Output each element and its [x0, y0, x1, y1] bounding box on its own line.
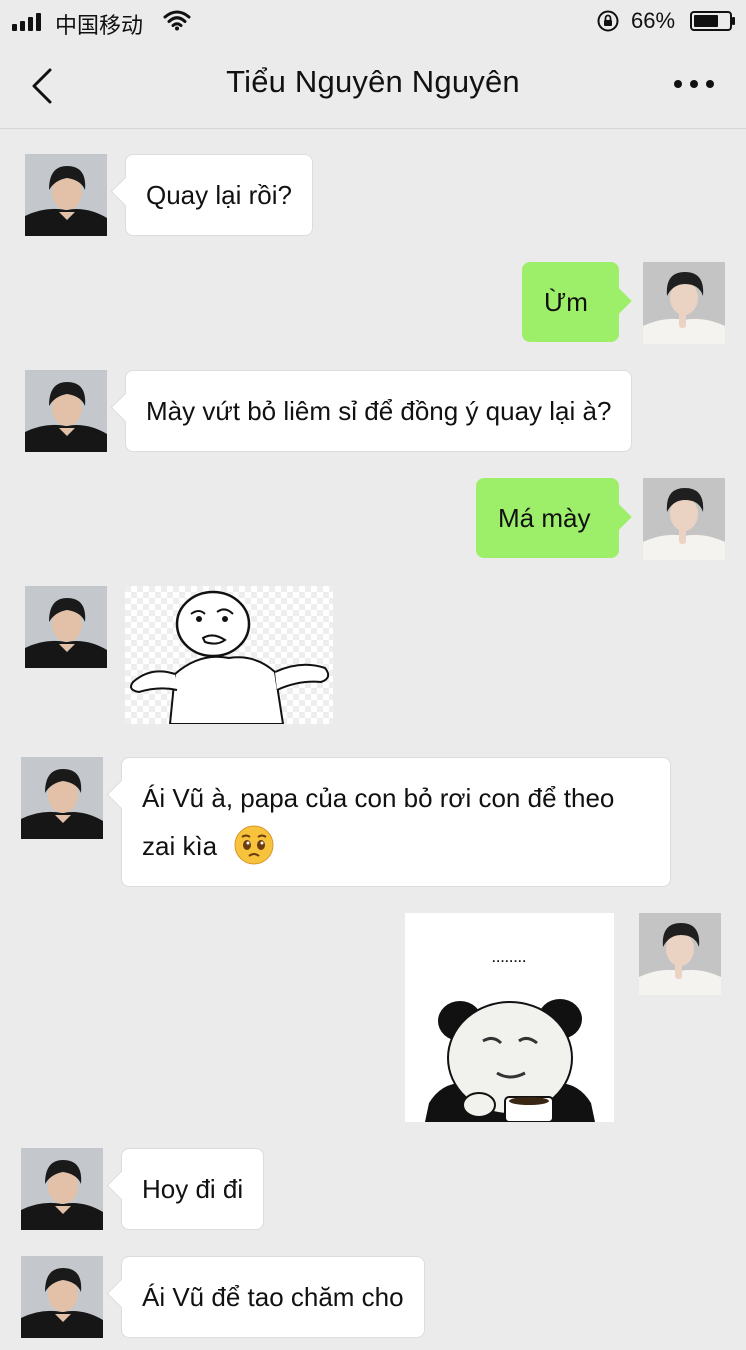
incoming-message[interactable]: Ái Vũ để tao chăm cho — [121, 1256, 425, 1338]
friend-avatar[interactable] — [25, 370, 107, 452]
message-text: Mày vứt bỏ liêm sỉ để đồng ý quay lại à? — [146, 396, 612, 426]
panda-coffee-sticker[interactable]: ........ — [405, 913, 614, 1122]
friend-avatar[interactable] — [21, 1148, 103, 1230]
rotation-lock-icon — [597, 10, 619, 32]
incoming-message[interactable]: Hoy đi đi — [121, 1148, 265, 1230]
message-text-line: Ái Vũ à, papa của con bỏ rơi con để theo — [142, 783, 615, 813]
chat-header: Tiểu Nguyên Nguyên — [0, 42, 746, 129]
message-text: Ừm — [544, 287, 588, 317]
incoming-message[interactable]: Quay lại rồi? — [125, 154, 313, 236]
friend-avatar[interactable] — [21, 1256, 103, 1338]
outgoing-message[interactable]: Má mày — [476, 478, 619, 558]
my-avatar[interactable] — [639, 913, 721, 995]
carrier-name: 中国移动 — [55, 13, 144, 38]
incoming-message[interactable]: Mày vứt bỏ liêm sỉ để đồng ý quay lại à? — [125, 370, 633, 452]
friend-avatar[interactable] — [21, 757, 103, 839]
my-avatar[interactable] — [643, 262, 725, 344]
message-text-line: zai kìa — [142, 831, 218, 861]
message-text-line-2: zai kìa — [142, 822, 650, 870]
my-avatar[interactable] — [643, 478, 725, 560]
shrug-meme-sticker[interactable] — [125, 586, 333, 724]
chat-title: Tiểu Nguyên Nguyên — [226, 64, 520, 99]
sticker-caption: ........ — [492, 951, 527, 965]
battery-icon — [690, 11, 735, 31]
outgoing-message[interactable]: Ừm — [522, 262, 619, 342]
message-text: Quay lại rồi? — [146, 180, 292, 210]
message-text: Ái Vũ để tao chăm cho — [142, 1282, 404, 1312]
friend-avatar[interactable] — [25, 154, 107, 236]
pleading-face-emoji — [234, 825, 274, 865]
message-text: Hoy đi đi — [142, 1174, 244, 1204]
wifi-icon — [163, 10, 191, 31]
battery-percentage: 66% — [631, 8, 676, 33]
incoming-message[interactable]: Ái Vũ à, papa của con bỏ rơi con để theo… — [121, 757, 671, 887]
status-bar: 中国移动 66% — [0, 0, 746, 42]
message-text: Má mày — [498, 503, 591, 533]
more-options-icon[interactable] — [672, 78, 716, 90]
friend-avatar[interactable] — [25, 586, 107, 668]
signal-icon — [12, 13, 41, 31]
